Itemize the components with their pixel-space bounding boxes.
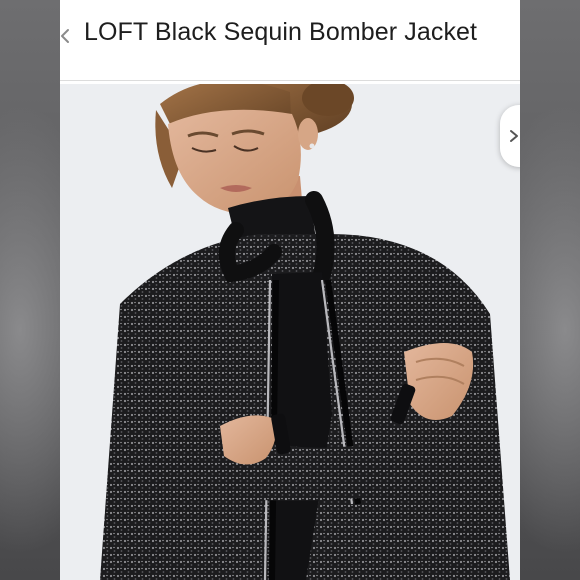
chevron-right-icon [510,130,518,142]
chevron-left-icon[interactable] [60,26,72,46]
model-illustration [60,84,520,580]
product-photo[interactable] [60,84,520,580]
listing-screen: LOFT Black Sequin Bomber Jacket [60,0,520,580]
listing-header: LOFT Black Sequin Bomber Jacket [60,0,520,81]
next-photo-button[interactable] [500,105,520,167]
listing-title: LOFT Black Sequin Bomber Jacket [84,18,478,46]
